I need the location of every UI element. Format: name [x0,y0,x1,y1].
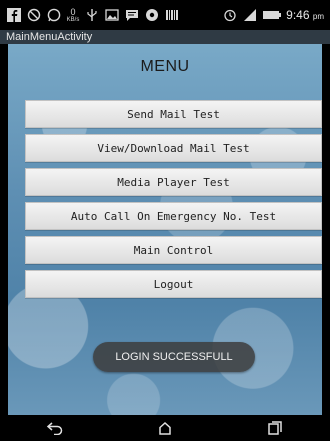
toast-text: LOGIN SUCCESSFULL [115,351,233,363]
whatsapp-icon [46,7,62,23]
auto-call-emergency-test-button[interactable]: Auto Call On Emergency No. Test [25,202,322,230]
activity-title-bar: MainMenuActivity [0,30,330,44]
usb-icon [84,7,100,23]
recent-apps-icon[interactable] [255,417,295,439]
status-bar: 0 KB/s 9:46 pm [0,0,330,30]
battery-icon [262,7,282,23]
activity-title: MainMenuActivity [6,31,93,43]
signal-icon [242,7,258,23]
login-toast: LOGIN SUCCESSFULL [93,342,255,372]
clock: 9:46 pm [286,8,324,22]
network-speed-unit: KB/s [66,16,80,23]
image-icon [104,7,120,23]
main-control-button[interactable]: Main Control [25,236,322,264]
menu-title: MENU [140,58,190,75]
home-icon[interactable] [145,417,185,439]
do-not-disturb-icon [26,7,42,23]
navigation-bar [0,415,330,441]
clock-time: 9:46 [286,8,310,22]
send-mail-test-button[interactable]: Send Mail Test [25,100,322,128]
back-icon[interactable] [35,417,75,439]
browser-icon [144,7,160,23]
message-icon [124,7,140,23]
menu-list: Send Mail Test View/Download Mail Test M… [25,100,322,304]
main-content: MENU Send Mail Test View/Download Mail T… [8,44,322,415]
network-speed: 0 KB/s [66,7,80,23]
media-player-test-button[interactable]: Media Player Test [25,168,322,196]
facebook-icon [6,7,22,23]
clock-suffix: pm [312,12,324,21]
barcode-icon [164,7,180,23]
view-download-mail-test-button[interactable]: View/Download Mail Test [25,134,322,162]
alarm-icon [222,7,238,23]
network-speed-value: 0 [70,6,76,17]
logout-button[interactable]: Logout [25,270,322,298]
